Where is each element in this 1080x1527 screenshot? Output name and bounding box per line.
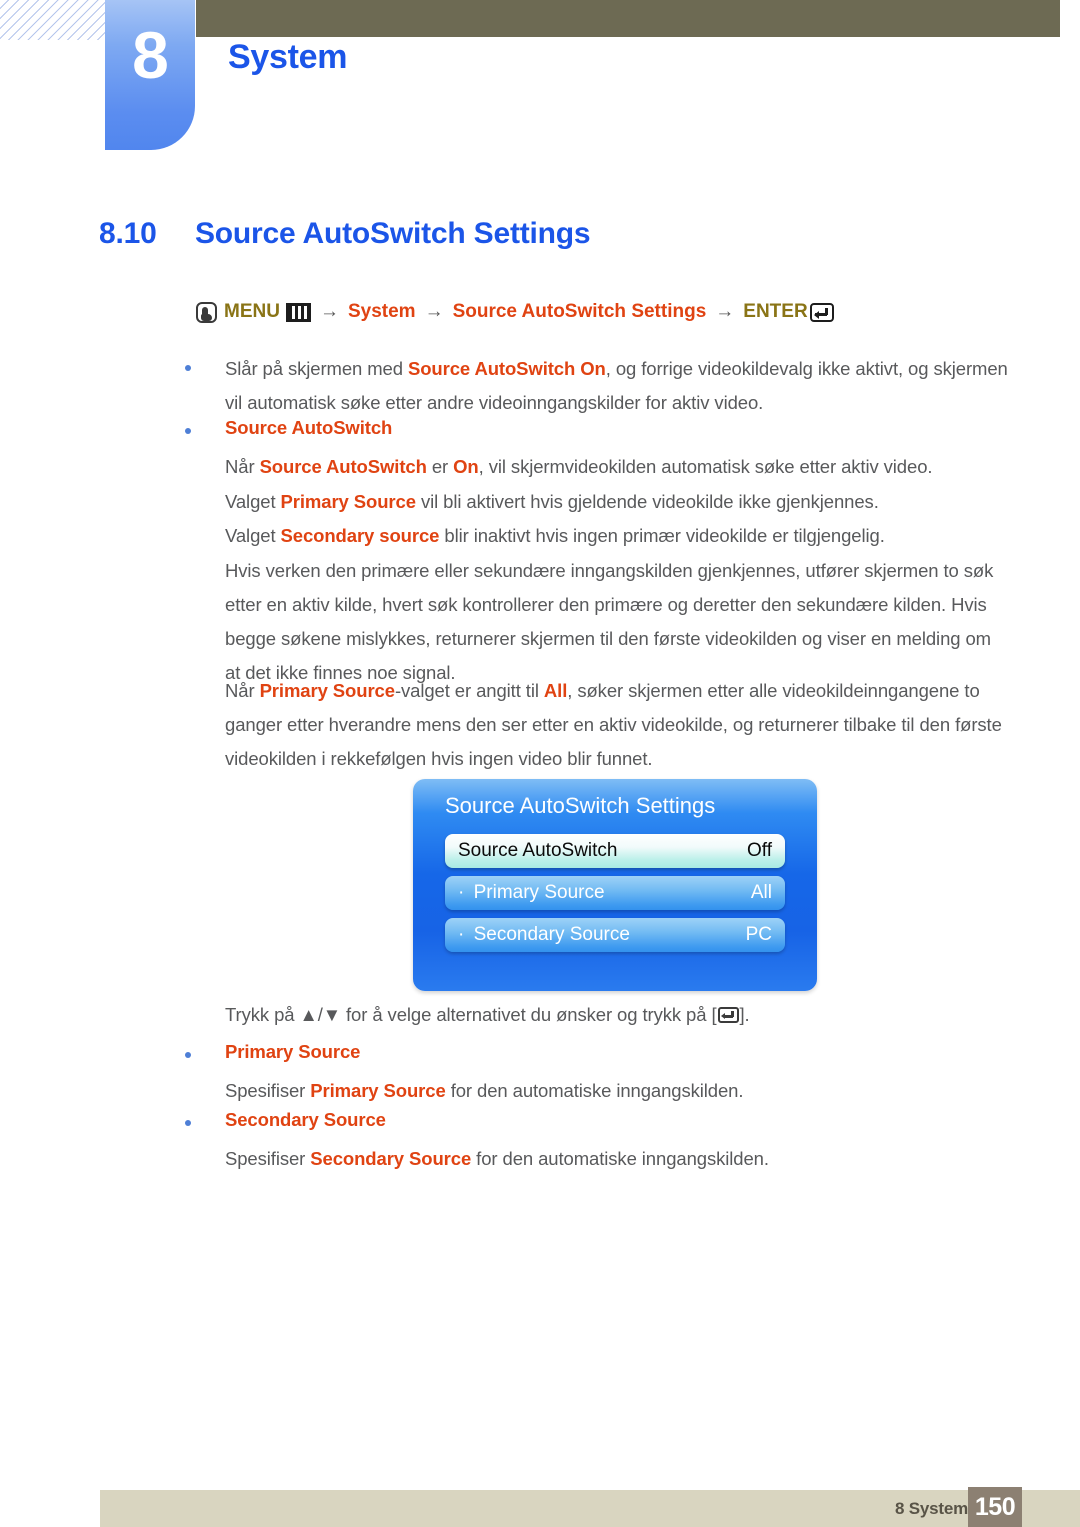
breadcrumb-menu-label: MENU — [224, 301, 280, 322]
highlight-term: Source AutoSwitch — [259, 456, 427, 477]
bullet-marker — [185, 1120, 191, 1126]
section-title: Source AutoSwitch Settings — [195, 217, 591, 250]
osd-row-value: All — [750, 882, 772, 903]
text-fragment: Slår på skjermen med — [225, 358, 408, 379]
osd-row-source-autoswitch[interactable]: Source AutoSwitch Off — [445, 834, 785, 868]
updown-arrow-icon: ▲/▼ — [299, 1004, 341, 1025]
enter-key-icon — [717, 1007, 739, 1023]
breadcrumb: MENU → System → Source AutoSwitch Settin… — [196, 301, 834, 323]
osd-row-label: · Secondary Source — [458, 924, 630, 946]
text-fragment: vil bli aktivert hvis gjeldende videokil… — [415, 491, 879, 512]
breadcrumb-enter-label: ENTER — [743, 301, 808, 322]
header-olive-bar — [196, 0, 1060, 37]
subsection-heading: Secondary Source — [225, 1109, 386, 1130]
osd-row-label: · Primary Source — [458, 882, 605, 904]
text-fragment: , vil skjermvideokilden automatisk søke … — [478, 456, 933, 477]
bullet-marker — [185, 365, 191, 371]
paragraph: Spesifiser Secondary Source for den auto… — [225, 1142, 1015, 1176]
osd-row-secondary-source[interactable]: · Secondary Source PC — [445, 918, 785, 952]
text-fragment: -valget er angitt til — [394, 680, 544, 701]
breadcrumb-arrow-2: → — [424, 301, 444, 322]
subsection-heading: Primary Source — [225, 1041, 361, 1062]
menu-icon — [285, 302, 311, 322]
paragraph: Valget Secondary source blir inaktivt hv… — [225, 519, 1015, 553]
decorative-hatch-pattern — [0, 0, 108, 40]
text-fragment: for den automatiske inngangskilden. — [445, 1080, 744, 1101]
highlight-term: Secondary source — [280, 525, 440, 546]
highlight-term: Source AutoSwitch On — [407, 358, 606, 379]
text-fragment: Spesifiser — [225, 1148, 311, 1169]
text-fragment: er — [426, 456, 454, 477]
text-fragment: Valget — [225, 491, 281, 512]
subsection-heading: Source AutoSwitch — [225, 417, 393, 438]
paragraph: Hvis verken den primære eller sekundære … — [225, 560, 994, 683]
text-fragment: Når — [225, 456, 260, 477]
bullet-marker — [185, 428, 191, 434]
highlight-term: On — [453, 456, 479, 477]
paragraph: Når Primary Source-valget er angitt til … — [225, 674, 1025, 776]
highlight-term: Primary Source — [280, 491, 416, 512]
osd-row-label-text: Primary Source — [473, 882, 605, 903]
osd-row-prefix: · — [458, 924, 470, 945]
highlight-term: Primary Source — [310, 1080, 446, 1101]
text-fragment: Spesifiser — [225, 1080, 311, 1101]
footer-chapter-label: 8 System — [894, 1499, 968, 1518]
text-fragment: ]. — [739, 1004, 750, 1025]
text-fragment: Når — [225, 680, 260, 701]
osd-title: Source AutoSwitch Settings — [445, 793, 716, 818]
highlight-term: Primary Source — [259, 680, 395, 701]
breadcrumb-arrow-1: → — [319, 301, 339, 322]
page-number-box: 150 — [968, 1487, 1022, 1527]
osd-row-primary-source[interactable]: · Primary Source All — [445, 876, 785, 910]
press-hand-icon — [196, 301, 217, 323]
osd-panel: Source AutoSwitch Settings Source AutoSw… — [413, 779, 817, 991]
page-number: 150 — [974, 1492, 1016, 1521]
text-fragment: Trykk på — [225, 1004, 300, 1025]
list-item-text: Slår på skjermen med Source AutoSwitch O… — [225, 352, 1015, 420]
page-title: 8.10 Source AutoSwitch Settings — [99, 217, 591, 251]
text-fragment: Valget — [225, 525, 281, 546]
paragraph: Spesifiser Primary Source for den automa… — [225, 1074, 1015, 1108]
paragraph: Valget Primary Source vil bli aktivert h… — [225, 485, 1015, 519]
chapter-title: System — [228, 38, 348, 76]
instruction-text: Trykk på ▲/▼ for å velge alternativet du… — [225, 998, 1015, 1032]
osd-row-label-text: Secondary Source — [473, 924, 630, 945]
bullet-marker — [185, 1052, 191, 1058]
chapter-number: 8 — [132, 18, 169, 92]
enter-key-icon — [809, 302, 834, 322]
section-number: 8.10 — [99, 217, 157, 250]
highlight-term: Secondary Source — [310, 1148, 472, 1169]
text-fragment: for den automatiske inngangskilden. — [471, 1148, 769, 1169]
osd-row-value: PC — [745, 924, 772, 945]
osd-row-label: Source AutoSwitch — [458, 840, 618, 861]
text-fragment: blir inaktivt hvis ingen primær videokil… — [439, 525, 885, 546]
osd-row-prefix: · — [458, 882, 470, 903]
osd-row-value: Off — [747, 840, 772, 861]
text-fragment: for å velge alternativet du ønsker og tr… — [340, 1004, 717, 1025]
breadcrumb-arrow-3: → — [715, 301, 735, 322]
breadcrumb-item-system: System — [347, 301, 416, 322]
highlight-term: All — [543, 680, 568, 701]
breadcrumb-item-source-autoswitch-settings: Source AutoSwitch Settings — [452, 301, 707, 322]
paragraph: Når Source AutoSwitch er On, vil skjermv… — [225, 450, 1015, 484]
